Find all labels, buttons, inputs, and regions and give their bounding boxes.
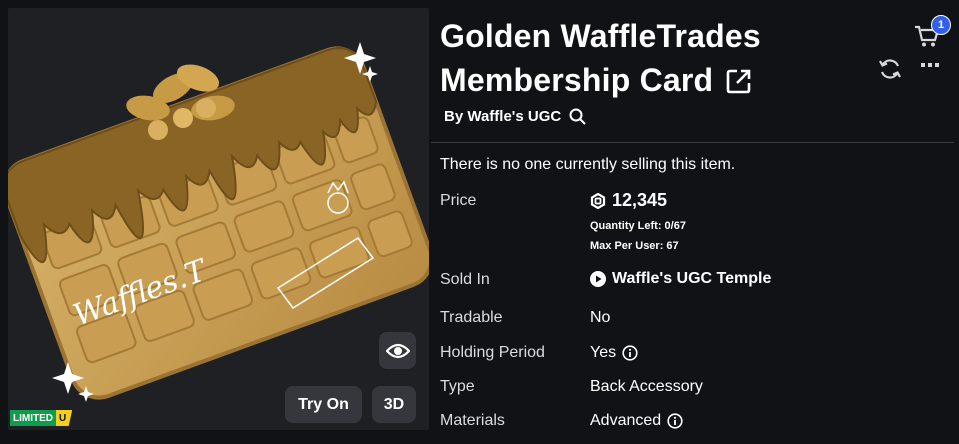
creator-row: By Waffle's UGC (444, 108, 586, 125)
sold-in-link[interactable]: Waffle's UGC Temple (612, 270, 771, 288)
item-title: Golden WaffleTrades Membership Card (440, 14, 860, 102)
3d-view-button[interactable]: 3D (372, 386, 416, 423)
item-thumbnail: Waffles.T Try On 3D LIMITED U (8, 8, 429, 430)
try-on-button[interactable]: Try On (285, 386, 362, 423)
by-prefix: By (444, 108, 468, 125)
max-per-user: Max Per User: 67 (590, 240, 679, 252)
price-label: Price (440, 192, 477, 209)
no-sellers-notice: There is no one currently selling this i… (440, 156, 736, 173)
holding-period-value: Yes (590, 344, 617, 361)
robux-icon (590, 192, 606, 209)
limited-unique-label: U (56, 410, 73, 426)
type-value: Back Accessory (590, 378, 703, 395)
info-icon[interactable] (667, 413, 683, 429)
cart-count-badge: 1 (931, 15, 951, 35)
holding-period-row: Yes (590, 344, 638, 362)
eye-icon (385, 343, 410, 358)
type-label: Type (440, 378, 475, 395)
quantity-left: Quantity Left: 0/67 (590, 220, 686, 232)
search-icon[interactable] (569, 108, 586, 125)
materials-row: Advanced (590, 412, 683, 430)
refresh-icon[interactable] (878, 57, 902, 81)
price-row: 12,345 (590, 190, 667, 211)
tradable-label: Tradable (440, 309, 503, 326)
creator-link[interactable]: Waffle's UGC (467, 108, 561, 125)
item-title-line2: Membership Card (440, 62, 714, 98)
waffle-card-image: Waffles.T (8, 42, 429, 402)
materials-label: Materials (440, 412, 505, 429)
materials-value: Advanced (590, 412, 662, 429)
more-icon[interactable] (920, 62, 940, 68)
preview-toggle-button[interactable] (379, 332, 416, 369)
holding-period-label: Holding Period (440, 344, 545, 361)
play-circle-icon (590, 271, 606, 287)
external-link-icon[interactable] (726, 68, 752, 94)
info-icon[interactable] (622, 345, 638, 361)
item-title-line1: Golden WaffleTrades (440, 18, 761, 54)
price-value: 12,345 (612, 190, 668, 210)
limited-badge: LIMITED U (10, 410, 73, 426)
divider (431, 142, 954, 143)
sold-in-label: Sold In (440, 271, 490, 288)
tradable-value: No (590, 309, 611, 326)
limited-label: LIMITED (10, 410, 56, 426)
sold-in-row[interactable]: Waffle's UGC Temple (590, 270, 771, 288)
